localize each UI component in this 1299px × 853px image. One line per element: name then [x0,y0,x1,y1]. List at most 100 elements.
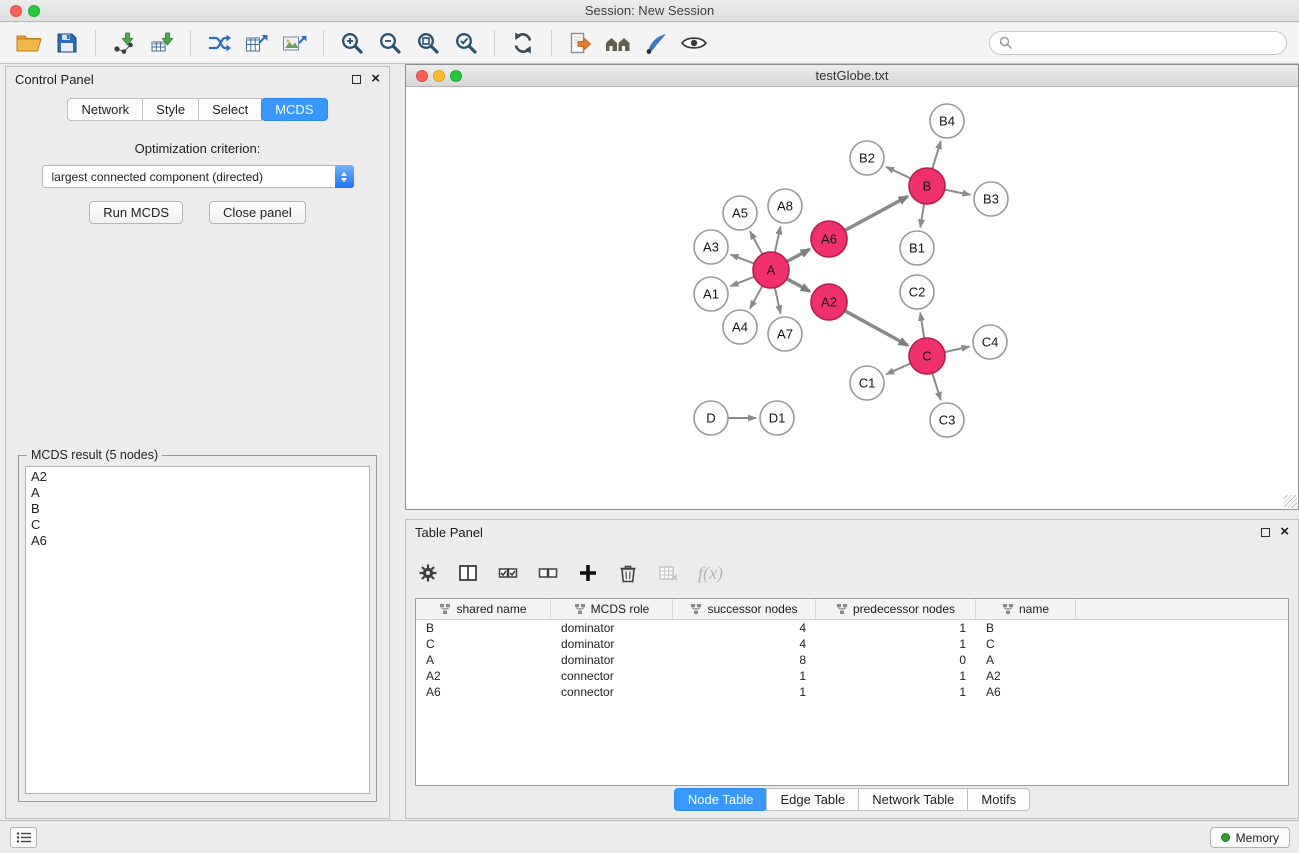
deselect-all-button[interactable] [538,565,558,581]
table-settings-button[interactable] [418,563,438,583]
table-row[interactable]: Bdominator41B [416,620,1288,636]
graph-node-B3[interactable]: B3 [974,182,1008,216]
column-header-predecessor-nodes[interactable]: predecessor nodes [816,599,976,619]
graph-edge-C-C3[interactable] [932,373,940,400]
graph-node-A[interactable]: A [753,252,789,288]
apply-style-button[interactable] [637,26,675,60]
table-cell[interactable]: 1 [816,620,976,636]
graph-node-C[interactable]: C [909,338,945,374]
graph-node-A5[interactable]: A5 [723,196,757,230]
delete-column-button[interactable] [618,563,638,584]
table-row[interactable]: A2connector11A2 [416,668,1288,684]
graph-node-B2[interactable]: B2 [850,141,884,175]
graph-node-C3[interactable]: C3 [930,403,964,437]
graph-node-D[interactable]: D [694,401,728,435]
table-cell[interactable]: B [416,620,551,636]
float-table-panel-icon[interactable] [1261,528,1270,537]
graph-edge-B-B1[interactable] [920,204,924,227]
graph-edge-B-B2[interactable] [886,167,911,179]
graph-edge-A-A5[interactable] [750,231,762,254]
function-builder-button[interactable]: f(x) [698,563,723,584]
graph-node-B1[interactable]: B1 [900,231,934,265]
table-row[interactable]: A6connector11A6 [416,684,1288,700]
graph-node-C4[interactable]: C4 [973,325,1007,359]
graph-node-A3[interactable]: A3 [694,230,728,264]
tab-style[interactable]: Style [142,98,199,121]
graph-node-C1[interactable]: C1 [850,366,884,400]
task-history-button[interactable] [10,827,37,848]
memory-button[interactable]: Memory [1210,827,1290,848]
graph-node-A4[interactable]: A4 [723,310,757,344]
import-network-button[interactable] [105,26,143,60]
mcds-result-item[interactable]: A [31,485,364,501]
graph-node-C2[interactable]: C2 [900,275,934,309]
zoom-selected-button[interactable] [447,26,485,60]
table-cell[interactable]: A [416,652,551,668]
import-document-button[interactable] [561,26,599,60]
table-cell[interactable]: 0 [816,652,976,668]
mcds-result-item[interactable]: B [31,501,364,517]
graph-edge-A-A2[interactable] [787,279,810,292]
graph-edge-A-A8[interactable] [775,227,781,253]
close-table-panel-icon[interactable]: × [1280,526,1289,538]
search-input[interactable] [1018,36,1277,50]
zoom-in-button[interactable] [333,26,371,60]
select-all-button[interactable] [498,565,518,581]
column-header-shared-name[interactable]: shared name [416,599,551,619]
table-cell[interactable]: A6 [976,684,1076,700]
graph-edge-C-C2[interactable] [920,313,924,338]
graph-node-A2[interactable]: A2 [811,284,847,320]
table-cell[interactable]: dominator [551,652,673,668]
column-header-successor-nodes[interactable]: successor nodes [673,599,816,619]
table-cell[interactable]: connector [551,684,673,700]
graph-node-A7[interactable]: A7 [768,317,802,351]
tab-node-table[interactable]: Node Table [674,788,768,811]
table-cell[interactable]: 1 [816,684,976,700]
table-cell[interactable]: A2 [976,668,1076,684]
table-row[interactable]: Adominator80A [416,652,1288,668]
tab-network-table[interactable]: Network Table [858,788,968,811]
table-row[interactable]: Cdominator41C [416,636,1288,652]
graph-edge-A-A3[interactable] [731,255,755,264]
tab-motifs[interactable]: Motifs [967,788,1030,811]
show-columns-button[interactable] [458,563,478,583]
table-cell[interactable]: A [976,652,1076,668]
graph-edge-A-A1[interactable] [730,277,754,287]
run-mcds-button[interactable]: Run MCDS [89,201,183,224]
tab-network[interactable]: Network [67,98,143,121]
graph-edge-A-A6[interactable] [787,249,810,261]
graph-edge-C-C4[interactable] [945,347,970,353]
close-panel-icon[interactable]: × [371,73,380,85]
delete-table-button[interactable] [658,563,678,583]
close-panel-button[interactable]: Close panel [209,201,306,224]
mcds-result-item[interactable]: C [31,517,364,533]
shuffle-network-button[interactable] [200,26,238,60]
graph-edge-C-C1[interactable] [886,363,910,374]
graph-node-A6[interactable]: A6 [811,221,847,257]
graph-edge-A-A4[interactable] [750,286,762,309]
tab-mcds[interactable]: MCDS [261,98,327,121]
graph-edge-B-B3[interactable] [945,190,971,195]
table-cell[interactable]: A2 [416,668,551,684]
graph-edge-A2-C[interactable] [845,311,908,346]
zoom-fit-button[interactable] [409,26,447,60]
optimization-criterion-select[interactable]: largest connected component (directed) [42,165,354,188]
table-cell[interactable]: B [976,620,1076,636]
table-cell[interactable]: connector [551,668,673,684]
toolbar-search[interactable] [989,31,1287,55]
refresh-layout-button[interactable] [504,26,542,60]
table-cell[interactable]: C [416,636,551,652]
zoom-out-button[interactable] [371,26,409,60]
tab-edge-table[interactable]: Edge Table [766,788,859,811]
column-header-mcds-role[interactable]: MCDS role [551,599,673,619]
graph-node-B4[interactable]: B4 [930,104,964,138]
graph-node-A8[interactable]: A8 [768,189,802,223]
table-cell[interactable]: 1 [673,684,816,700]
table-cell[interactable]: 1 [816,636,976,652]
column-header-name[interactable]: name [976,599,1076,619]
tab-select[interactable]: Select [198,98,262,121]
table-cell[interactable]: 1 [816,668,976,684]
show-hide-button[interactable] [675,26,713,60]
graph-node-B[interactable]: B [909,168,945,204]
open-session-button[interactable] [10,26,48,60]
